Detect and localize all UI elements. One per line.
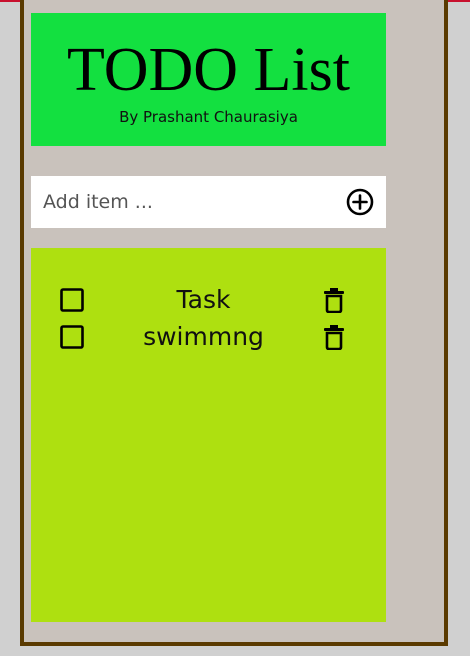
task-text: Task	[176, 285, 231, 314]
add-item-input[interactable]	[43, 176, 333, 228]
task-text: swimmng	[143, 322, 264, 351]
task-row: Task	[31, 283, 386, 317]
add-item-bar	[31, 176, 386, 228]
author-subtitle: By Prashant Chaurasiya	[119, 108, 298, 126]
task-list: Task swimmng	[31, 248, 386, 622]
header-banner: TODO List By Prashant Chaurasiya	[31, 13, 386, 146]
checkbox-icon[interactable]	[60, 288, 84, 312]
task-row: swimmng	[31, 320, 386, 354]
add-item-button[interactable]	[345, 187, 375, 217]
trash-icon[interactable]	[322, 287, 346, 313]
trash-icon[interactable]	[322, 324, 346, 350]
page-title: TODO List	[66, 36, 351, 104]
checkbox-icon[interactable]	[60, 325, 84, 349]
